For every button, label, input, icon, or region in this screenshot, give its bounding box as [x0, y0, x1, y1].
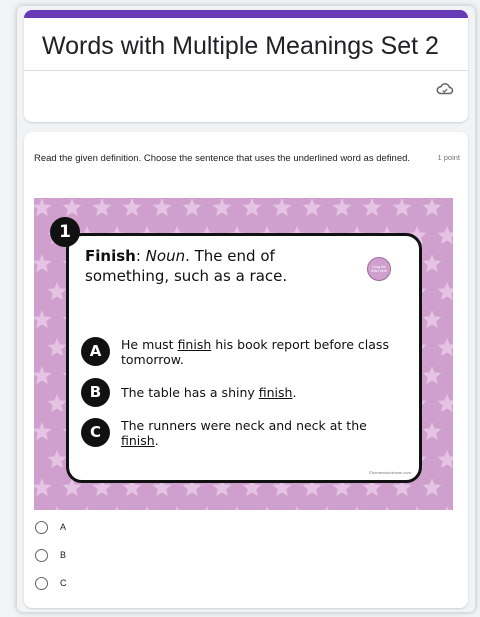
background-star — [92, 198, 112, 217]
background-star — [437, 338, 453, 357]
underlined-word: finish — [121, 433, 155, 448]
background-star — [437, 394, 453, 413]
radio-button[interactable] — [35, 521, 48, 534]
background-star — [422, 478, 442, 497]
background-star — [422, 254, 442, 273]
background-star — [452, 428, 453, 430]
cloud-icon[interactable] — [436, 82, 454, 96]
form-window: Words with Multiple Meanings Set 2 Read … — [17, 6, 475, 612]
background-star — [422, 198, 442, 217]
background-star — [62, 198, 82, 217]
background-star — [445, 506, 449, 510]
underlined-word: finish — [258, 385, 293, 400]
background-star — [34, 478, 52, 497]
form-header-card: Words with Multiple Meanings Set 2 — [24, 10, 468, 122]
background-star — [55, 506, 59, 510]
definition: Finish: Noun. The end of something, such… — [85, 246, 355, 286]
option-label: B — [60, 550, 67, 560]
background-star — [34, 422, 52, 441]
background-star — [34, 310, 52, 329]
image-credit: ©homeschoolmom.com — [368, 470, 411, 475]
task-number-badge: 1 — [50, 217, 80, 247]
question-text: Read the given definition. Choose the se… — [34, 153, 411, 164]
background-star — [115, 506, 119, 510]
choice-letter: A — [81, 337, 110, 366]
background-star — [272, 198, 292, 217]
background-star — [302, 198, 322, 217]
background-star — [437, 450, 453, 469]
background-star — [122, 198, 142, 217]
background-star — [47, 338, 67, 357]
task-card: 1 Finish: Noun. The end of something, su… — [50, 217, 422, 483]
background-star — [452, 204, 453, 206]
background-star — [34, 366, 52, 385]
background-star — [175, 506, 179, 510]
background-star — [205, 506, 209, 510]
header-divider — [24, 70, 468, 71]
background-star — [47, 394, 67, 413]
background-star — [355, 506, 359, 510]
background-star — [145, 506, 149, 510]
background-star — [47, 450, 67, 469]
option-label: C — [60, 578, 67, 588]
background-star — [182, 198, 202, 217]
header-accent-bar — [24, 10, 468, 18]
background-star — [242, 198, 262, 217]
background-star — [325, 506, 329, 510]
background-star — [235, 506, 239, 510]
background-star — [452, 372, 453, 374]
background-star — [392, 198, 412, 217]
radio-button[interactable] — [35, 577, 48, 590]
definition-colon: : — [135, 247, 141, 265]
background-star — [295, 506, 299, 510]
background-star — [452, 484, 453, 486]
definition-word: Finish — [85, 247, 136, 265]
background-star — [437, 226, 453, 245]
question-card: Read the given definition. Choose the se… — [24, 132, 468, 608]
choice-letter: B — [81, 378, 110, 407]
background-star — [332, 198, 352, 217]
background-star — [422, 422, 442, 441]
background-star — [452, 316, 453, 318]
background-star — [265, 506, 269, 510]
background-star — [422, 366, 442, 385]
definition-part-of-speech: Noun — [145, 247, 186, 265]
option-label: A — [60, 522, 67, 532]
choice-letter: C — [81, 418, 110, 447]
background-star — [415, 506, 419, 510]
background-star — [362, 198, 382, 217]
background-star — [212, 198, 232, 217]
choice-sentence: The runners were neck and neck at the fi… — [121, 418, 367, 448]
background-star — [422, 310, 442, 329]
background-star — [385, 506, 389, 510]
background-star — [34, 198, 52, 217]
background-star — [85, 506, 89, 510]
drag-hint: Drag the letter here — [371, 264, 387, 274]
background-star — [452, 260, 453, 262]
background-star — [34, 254, 52, 273]
choice-sentence: The table has a shiny finish. — [121, 385, 297, 400]
choice-sentence: He must finish his book report before cl… — [121, 337, 389, 367]
background-star — [437, 282, 453, 301]
underlined-word: finish — [177, 337, 212, 352]
background-star — [152, 198, 172, 217]
question-image: 1 Finish: Noun. The end of something, su… — [34, 198, 453, 510]
drag-target: Drag the letter here — [367, 257, 391, 281]
radio-button[interactable] — [35, 549, 48, 562]
question-points: 1 point — [437, 153, 460, 162]
form-title: Words with Multiple Meanings Set 2 — [42, 32, 439, 60]
background-star — [47, 282, 67, 301]
